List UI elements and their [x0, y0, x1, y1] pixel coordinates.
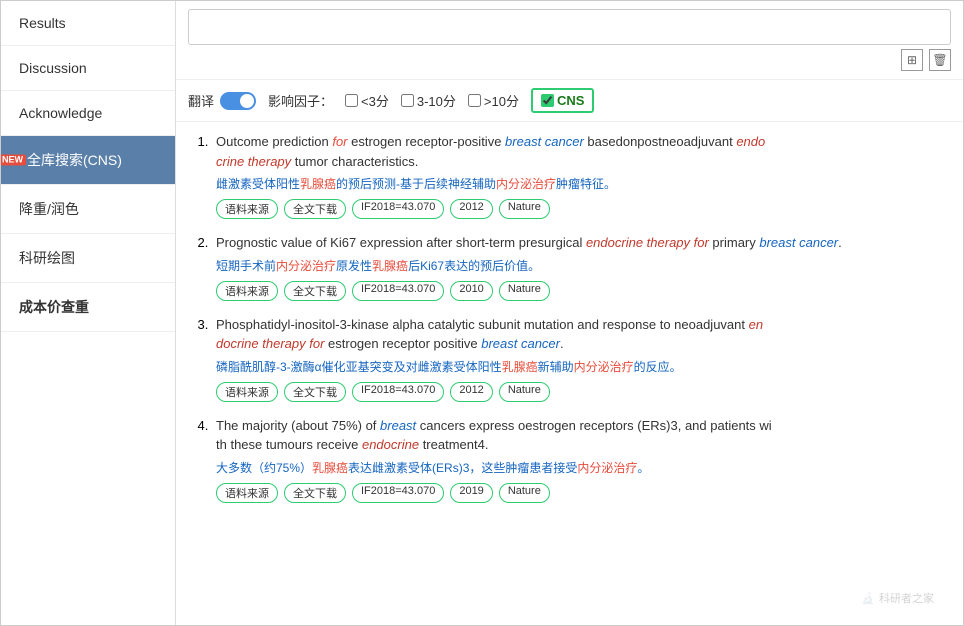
filter-gt10-label: >10分 — [484, 91, 519, 110]
result-4-tags: 语料来源 全文下载 IF2018=43.070 2019 Nature — [216, 483, 947, 503]
sidebar-item-discussion[interactable]: Discussion — [1, 46, 175, 91]
result-1-tags: 语料来源 全文下载 IF2018=43.070 2012 Nature — [216, 199, 947, 219]
sidebar-item-label: Results — [19, 15, 66, 31]
search-input[interactable] — [188, 9, 951, 45]
result-4-title: The majority (about 75%) of breast cance… — [216, 416, 947, 455]
tag-year[interactable]: 2019 — [450, 483, 492, 503]
filter-bar: 翻译 影响因子： <3分 3-10分 >10分 CNS — [176, 80, 963, 122]
sidebar-item-drawing[interactable]: 科研绘图 — [1, 234, 175, 283]
filter-lt3-label: <3分 — [361, 91, 389, 110]
filter-3-10[interactable]: 3-10分 — [401, 91, 456, 110]
sidebar-item-label: 降重/润色 — [19, 201, 79, 217]
tag-journal[interactable]: Nature — [499, 199, 550, 219]
sidebar-item-label: 科研绘图 — [19, 250, 75, 266]
sidebar-item-label: Acknowledge — [19, 105, 102, 121]
sidebar-item-label: Discussion — [19, 60, 87, 76]
tag-fulltext[interactable]: 全文下载 — [284, 199, 346, 219]
tag-if[interactable]: IF2018=43.070 — [352, 483, 444, 503]
tag-source[interactable]: 语料来源 — [216, 382, 278, 402]
result-4-chinese: 大多数（约75%）乳腺癌表达雌激素受体(ERs)3，这些肿瘤患者接受内分泌治疗。 — [216, 459, 947, 477]
filter-lt3-checkbox[interactable] — [345, 94, 358, 107]
tag-if[interactable]: IF2018=43.070 — [352, 382, 444, 402]
sidebar-item-cns-search[interactable]: NEW 全库搜索(CNS) — [1, 136, 175, 185]
search-actions: ⊞ 🗑 — [188, 49, 951, 71]
sidebar: Results Discussion Acknowledge NEW 全库搜索(… — [1, 1, 176, 625]
result-3-chinese: 磷脂酰肌醇-3-激酶α催化亚基突变及对雌激素受体阳性乳腺癌新辅助内分泌治疗的反应… — [216, 358, 947, 376]
translate-label: 翻译 — [188, 91, 214, 110]
delete-icon-btn[interactable]: 🗑 — [929, 49, 951, 71]
watermark: 🔬 科研者之家 — [861, 590, 934, 606]
main-content: ⊞ 🗑 翻译 影响因子： <3分 3-10分 >10分 — [176, 1, 963, 625]
sidebar-item-acknowledge[interactable]: Acknowledge — [1, 91, 175, 136]
sidebar-item-label: 成本价查重 — [19, 299, 89, 315]
result-3-title: Phosphatidyl-inositol-3-kinase alpha cat… — [216, 315, 947, 354]
tag-fulltext[interactable]: 全文下载 — [284, 281, 346, 301]
watermark-text: 科研者之家 — [879, 590, 934, 606]
filter-3-10-checkbox[interactable] — [401, 94, 414, 107]
sidebar-item-reduce[interactable]: 降重/润色 — [1, 185, 175, 234]
filter-cns-label: CNS — [557, 93, 584, 108]
tag-journal[interactable]: Nature — [499, 483, 550, 503]
sidebar-item-cost-check[interactable]: 成本价查重 — [1, 283, 175, 332]
tag-year[interactable]: 2012 — [450, 199, 492, 219]
result-3-tags: 语料来源 全文下载 IF2018=43.070 2012 Nature — [216, 382, 947, 402]
translate-toggle-group: 翻译 — [188, 91, 256, 110]
tag-year[interactable]: 2012 — [450, 382, 492, 402]
impact-factor-label: 影响因子： — [268, 91, 333, 110]
tag-year[interactable]: 2010 — [450, 281, 492, 301]
filter-cns-checkbox[interactable] — [541, 94, 554, 107]
translate-toggle-switch[interactable] — [220, 92, 256, 110]
sidebar-item-results[interactable]: Results — [1, 1, 175, 46]
tag-source[interactable]: 语料来源 — [216, 281, 278, 301]
filter-gt10[interactable]: >10分 — [468, 91, 519, 110]
copy-icon-btn[interactable]: ⊞ — [901, 49, 923, 71]
result-2-tags: 语料来源 全文下载 IF2018=43.070 2010 Nature — [216, 281, 947, 301]
tag-source[interactable]: 语料来源 — [216, 199, 278, 219]
result-1-title: Outcome prediction for estrogen receptor… — [216, 132, 947, 171]
result-item-2: Prognostic value of Ki67 expression afte… — [212, 233, 947, 301]
filter-gt10-checkbox[interactable] — [468, 94, 481, 107]
tag-if[interactable]: IF2018=43.070 — [352, 281, 444, 301]
tag-if[interactable]: IF2018=43.070 — [352, 199, 444, 219]
results-area: Outcome prediction for estrogen receptor… — [176, 122, 963, 625]
tag-fulltext[interactable]: 全文下载 — [284, 483, 346, 503]
filter-lt3[interactable]: <3分 — [345, 91, 389, 110]
result-item-3: Phosphatidyl-inositol-3-kinase alpha cat… — [212, 315, 947, 402]
filter-3-10-label: 3-10分 — [417, 91, 456, 110]
tag-journal[interactable]: Nature — [499, 281, 550, 301]
result-item-1: Outcome prediction for estrogen receptor… — [212, 132, 947, 219]
result-item-4: The majority (about 75%) of breast cance… — [212, 416, 947, 503]
result-2-chinese: 短期手术前内分泌治疗原发性乳腺癌后Ki67表达的预后价值。 — [216, 257, 947, 275]
filter-cns[interactable]: CNS — [531, 88, 594, 113]
watermark-icon: 🔬 — [861, 592, 875, 605]
tag-journal[interactable]: Nature — [499, 382, 550, 402]
tag-source[interactable]: 语料来源 — [216, 483, 278, 503]
result-1-chinese: 雌激素受体阳性乳腺癌的预后预测-基于后续神经辅助内分泌治疗肿瘤特征。 — [216, 175, 947, 193]
sidebar-item-label: 全库搜索(CNS) — [27, 152, 122, 168]
result-2-title: Prognostic value of Ki67 expression afte… — [216, 233, 947, 253]
search-bar-area: ⊞ 🗑 — [176, 1, 963, 80]
tag-fulltext[interactable]: 全文下载 — [284, 382, 346, 402]
